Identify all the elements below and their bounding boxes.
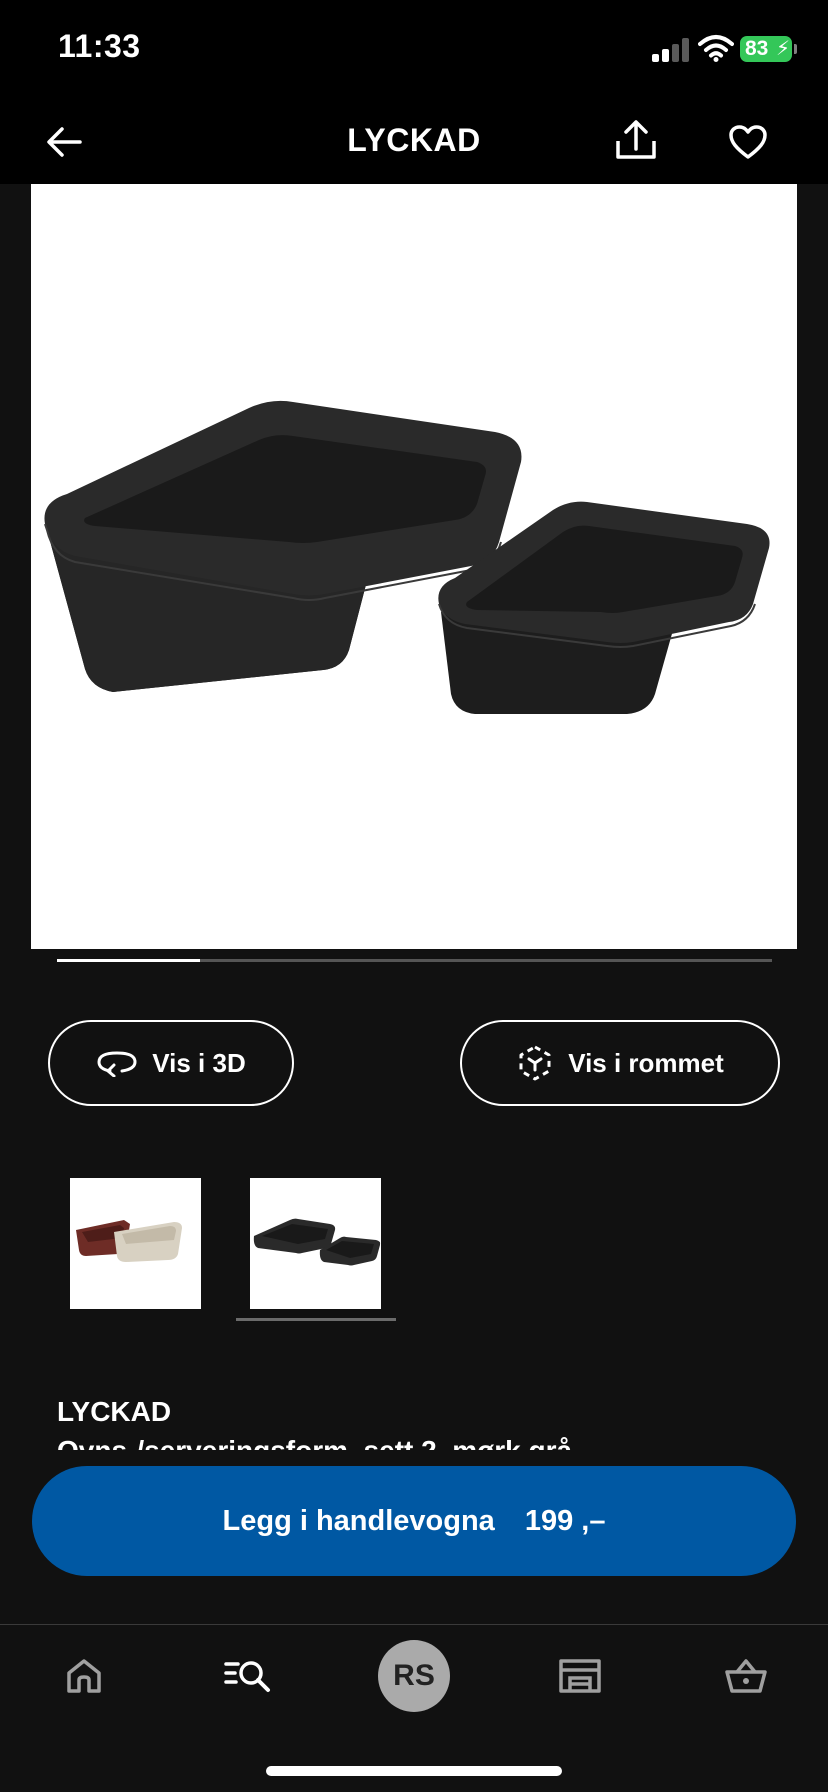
charging-bolt-icon: ⚡ [775,38,790,60]
rotate-3d-icon [97,1051,137,1077]
view-3d-label: Vis i 3D [152,1047,246,1078]
tab-cart[interactable] [706,1644,786,1708]
cellular-signal-icon [652,38,690,62]
tab-profile[interactable]: RS [374,1640,454,1712]
search-icon [224,1661,270,1692]
heart-icon [729,125,767,159]
home-indicator [266,1766,562,1776]
product-image[interactable] [31,184,797,949]
tab-store[interactable] [540,1644,620,1708]
view-in-room-button[interactable]: Vis i rommet [460,1020,780,1106]
product-description: Ovns-/serveringsform, sett 2, mørk grå [57,1434,777,1450]
favourite-button[interactable] [722,116,774,168]
product-name: LYCKAD [57,1396,172,1427]
add-to-cart-label: Legg i handlevogna [222,1504,495,1537]
selected-variant-indicator [236,1318,396,1321]
view-in-room-label: Vis i rommet [568,1047,724,1078]
page-title: LYCKAD [347,122,481,158]
variant-image-brown-beige [76,1220,182,1262]
variant-thumbnail-dark-grey[interactable] [250,1178,381,1309]
battery-indicator: 83 ⚡ [740,36,797,62]
tab-search[interactable] [208,1644,288,1708]
store-icon [559,1659,601,1693]
profile-avatar: RS [378,1640,450,1712]
product-description-clip: Ovns-/serveringsform, sett 2, mørk grå [57,1434,777,1450]
home-icon [67,1659,101,1693]
tab-bar-divider [0,1624,828,1625]
shopping-basket-icon [725,1659,767,1693]
battery-level: 83 [745,37,769,60]
wifi-icon [698,35,734,62]
status-bar: 11:33 83 ⚡ [0,0,828,100]
gallery-progress-fill [57,959,200,962]
status-time: 11:33 [58,28,141,64]
augmented-reality-icon [519,1045,551,1081]
tab-home[interactable] [44,1644,124,1708]
variant-thumbnail-brown-beige[interactable] [70,1178,201,1309]
share-icon [616,120,656,159]
navigation-bar: LYCKAD [0,100,828,184]
add-to-cart-button[interactable]: Legg i handlevogna 199 ,– [32,1466,796,1576]
price-label: 199 ,– [524,1504,606,1537]
gallery-progress [57,959,772,962]
share-button[interactable] [610,114,662,166]
baking-dishes-illustration [44,400,770,714]
variant-image-dark-grey [253,1218,381,1266]
view-3d-button[interactable]: Vis i 3D [48,1020,294,1106]
